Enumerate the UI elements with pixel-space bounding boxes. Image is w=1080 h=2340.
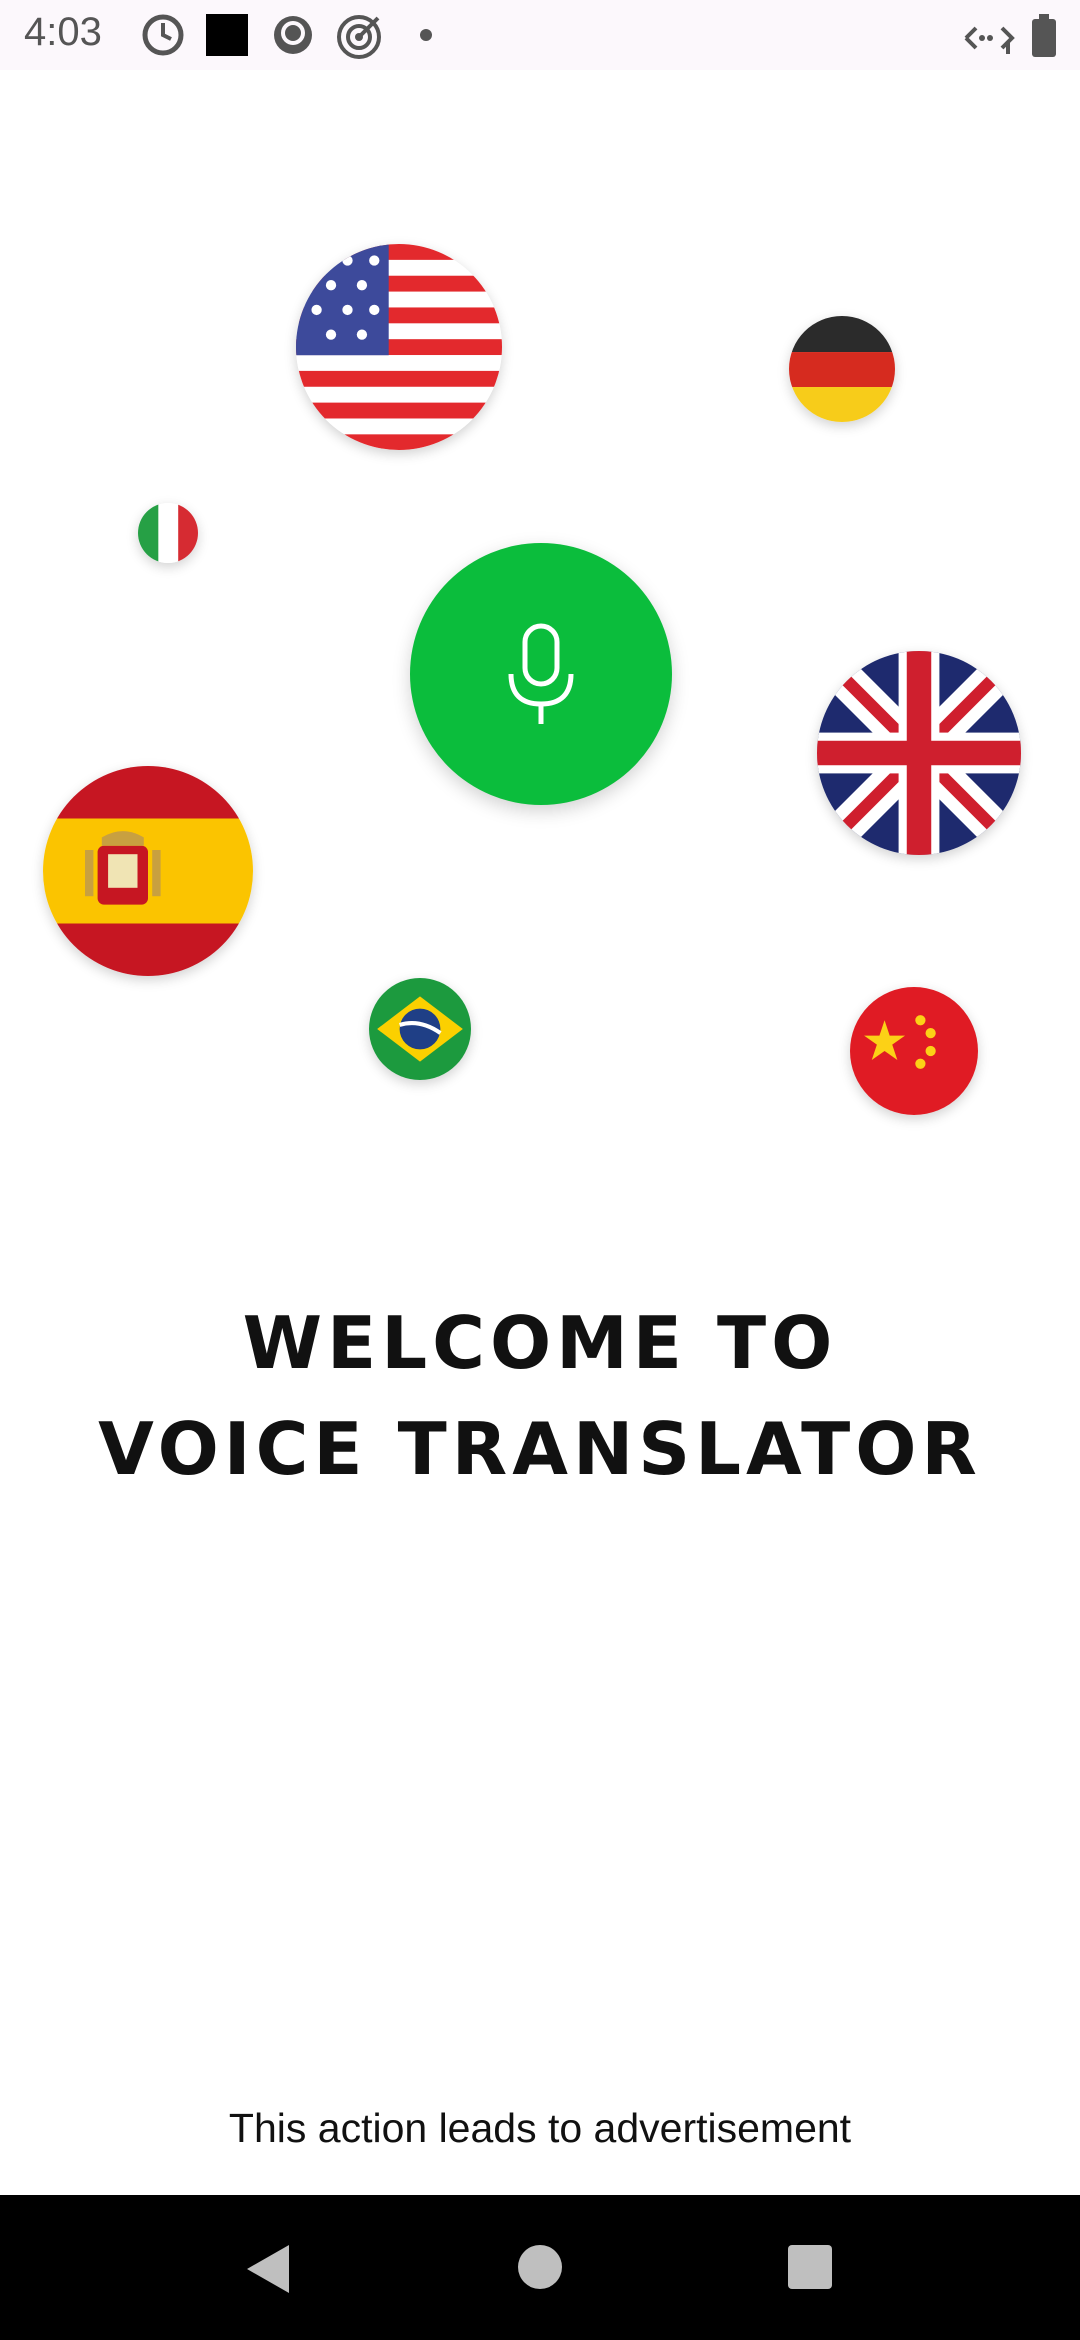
target-icon [337,15,381,59]
china-flag-icon [850,987,978,1115]
do-not-disturb-icon [142,14,184,56]
spain-flag-icon [43,766,253,976]
dot-icon [420,29,432,41]
recents-square-icon[interactable] [784,2241,836,2293]
battery-icon [1032,14,1056,57]
status-bar: 4:03 [0,0,1080,70]
status-time: 4:03 [24,10,102,54]
microphone-icon [508,623,574,724]
usa-flag-icon [296,244,502,450]
home-circle-icon[interactable] [514,2241,566,2293]
data-saver-icon [964,26,1015,54]
circle-camera-icon [274,16,312,54]
microphone-button[interactable] [410,543,672,805]
black-square-icon [206,14,248,56]
welcome-line-2: VOICE TRANSLATOR [98,1407,982,1491]
brazil-flag-icon [369,978,471,1080]
uk-flag-icon [817,651,1021,855]
welcome-line-1: WELCOME TO [242,1301,838,1385]
germany-flag-icon [789,316,895,422]
back-triangle-icon[interactable] [243,2241,293,2297]
welcome-screen [0,70,1080,2195]
navigation-bar [0,2195,1080,2340]
welcome-title: WELCOME TO VOICE TRANSLATOR [0,1290,1080,1502]
advertisement-notice: This action leads to advertisement [228,2105,852,2151]
italy-flag-icon [138,503,198,563]
